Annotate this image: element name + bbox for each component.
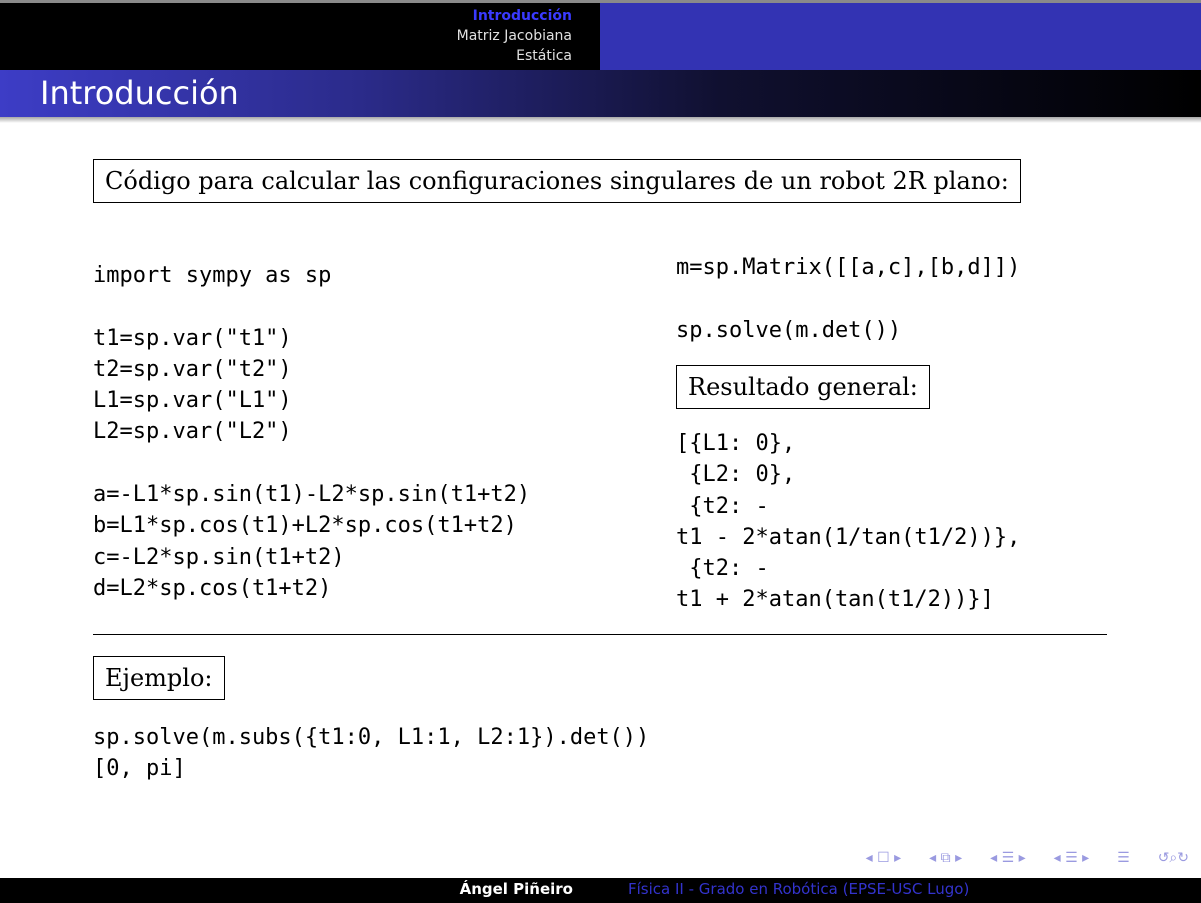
code-line: d=L2*sp.cos(t1+t2): [93, 575, 332, 601]
result-box: Resultado general:: [676, 365, 930, 409]
nav-section-icon[interactable]: ◂ ☰ ▸: [1054, 850, 1090, 866]
code-line: L2=sp.var("L2"): [93, 419, 292, 445]
code-line: a=-L1*sp.sin(t1)-L2*sp.sin(t1+t2): [93, 482, 531, 508]
nav-first-icon[interactable]: ◂ ☐ ▸: [866, 850, 902, 866]
nav-section-estatica[interactable]: Estática: [457, 46, 572, 66]
code-line: b=L1*sp.cos(t1)+L2*sp.cos(t1+t2): [93, 513, 517, 539]
frame-title: Introducción: [40, 74, 239, 112]
nav-section-matriz-jacobiana[interactable]: Matriz Jacobiana: [457, 26, 572, 46]
code-line: sp.solve(m.det()): [676, 317, 902, 343]
example-box: Ejemplo:: [93, 656, 225, 700]
header-top-line: [0, 0, 1201, 3]
nav-frame-icon[interactable]: ◂ ⧉ ▸: [929, 850, 962, 866]
code-line: {L2: 0},: [676, 462, 796, 488]
code-line: t1=sp.var("t1"): [93, 325, 292, 351]
code-line: {t2: -: [676, 556, 769, 582]
frame-title-bar: Introducción: [0, 70, 1201, 117]
intro-box: Código para calcular las configuraciones…: [93, 159, 1021, 203]
nav-search-icon[interactable]: ↺⌕↻: [1158, 850, 1189, 866]
right-code-block: m=sp.Matrix([[a,c],[b,d]]) sp.solve(m.det…: [676, 252, 1020, 346]
code-line: [0, pi]: [93, 756, 186, 782]
section-divider: [93, 634, 1107, 635]
nav-section-introduccion[interactable]: Introducción: [457, 6, 572, 26]
code-line: [{L1: 0},: [676, 431, 796, 456]
nav-subsection-icon[interactable]: ◂ ☰ ▸: [990, 850, 1026, 866]
code-line: {t2: -: [676, 493, 769, 519]
title-shadow: [0, 117, 1201, 123]
code-line: m=sp.Matrix([[a,c],[b,d]]): [676, 255, 1021, 280]
footer-author: Ángel Piñeiro: [459, 880, 573, 898]
code-line: t2=sp.var("t2"): [93, 356, 292, 382]
result-code-block: [{L1: 0}, {L2: 0}, {t2: - t1 - 2*atan(1/t…: [676, 428, 1020, 616]
header-right-panel: [600, 0, 1201, 70]
code-line: t1 - 2*atan(1/tan(t1/2))},: [676, 524, 1021, 550]
beamer-navigation-symbols: ◂ ☐ ▸ ◂ ⧉ ▸ ◂ ☰ ▸ ◂ ☰ ▸ ☰ ↺⌕↻: [866, 850, 1189, 866]
left-code-block: import sympy as sp t1=sp.var("t1") t2=sp.v…: [93, 260, 530, 604]
footer-course: Física II - Grado en Robótica (EPSE-USC …: [628, 880, 970, 898]
nav-doc-icon[interactable]: ☰: [1117, 850, 1130, 866]
example-code-block: sp.solve(m.subs({t1:0, L1:1, L2:1}).det(…: [93, 722, 649, 785]
code-line: sp.solve(m.subs({t1:0, L1:1, L2:1}).det(…: [93, 725, 650, 750]
section-navigation: Introducción Matriz Jacobiana Estática: [457, 6, 572, 66]
code-line: L1=sp.var("L1"): [93, 388, 292, 414]
code-line: import sympy as sp: [93, 263, 332, 288]
code-line: c=-L2*sp.sin(t1+t2): [93, 544, 345, 570]
code-line: t1 + 2*atan(tan(t1/2))}]: [676, 587, 994, 613]
